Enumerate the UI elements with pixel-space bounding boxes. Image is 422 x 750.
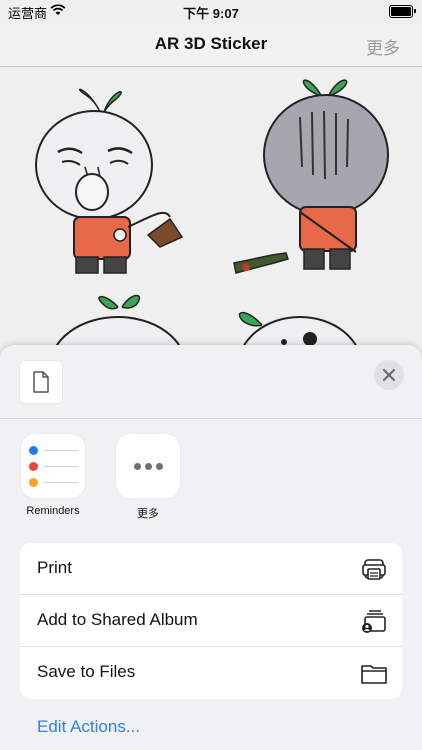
app-label: Reminders (26, 505, 80, 517)
share-sheet: Reminders 更多 Print Add to Shared Album S… (0, 345, 422, 750)
app-reminders[interactable]: Reminders (21, 434, 87, 517)
action-label: Add to Shared Album (37, 610, 198, 629)
action-add-to-shared-album[interactable]: Add to Shared Album (20, 595, 402, 647)
sticker-grid (0, 67, 422, 418)
more-button[interactable]: 更多 (366, 34, 400, 59)
sticker-back-character[interactable] (233, 79, 389, 274)
action-save-to-files[interactable]: Save to Files (20, 647, 402, 699)
action-print[interactable]: Print (20, 543, 402, 595)
page-title: AR 3D Sticker (154, 34, 268, 53)
action-label: Save to Files (37, 662, 136, 681)
more-dots-icon (116, 434, 180, 498)
document-preview (20, 361, 62, 403)
battery-icon (389, 5, 416, 18)
clock: 下午 9:07 (183, 6, 239, 21)
sticker-crying-character[interactable] (35, 88, 184, 274)
close-button[interactable] (374, 360, 404, 390)
folder-icon (361, 665, 387, 684)
printer-icon (362, 559, 386, 580)
sheet-divider (0, 418, 422, 419)
reminders-icon (21, 434, 85, 498)
shared-album-icon (362, 610, 386, 633)
app-label: 更多 (137, 508, 159, 520)
close-icon (383, 369, 395, 381)
action-list: Print Add to Shared Album Save to Files (20, 543, 402, 699)
app-more[interactable]: 更多 (116, 434, 182, 521)
edit-actions-link[interactable]: Edit Actions... (37, 717, 140, 737)
navigation-bar: AR 3D Sticker 更多 (0, 24, 422, 67)
status-bar: 运营商 下午 9:07 (0, 0, 422, 24)
action-label: Print (37, 558, 72, 577)
document-icon (33, 371, 49, 393)
